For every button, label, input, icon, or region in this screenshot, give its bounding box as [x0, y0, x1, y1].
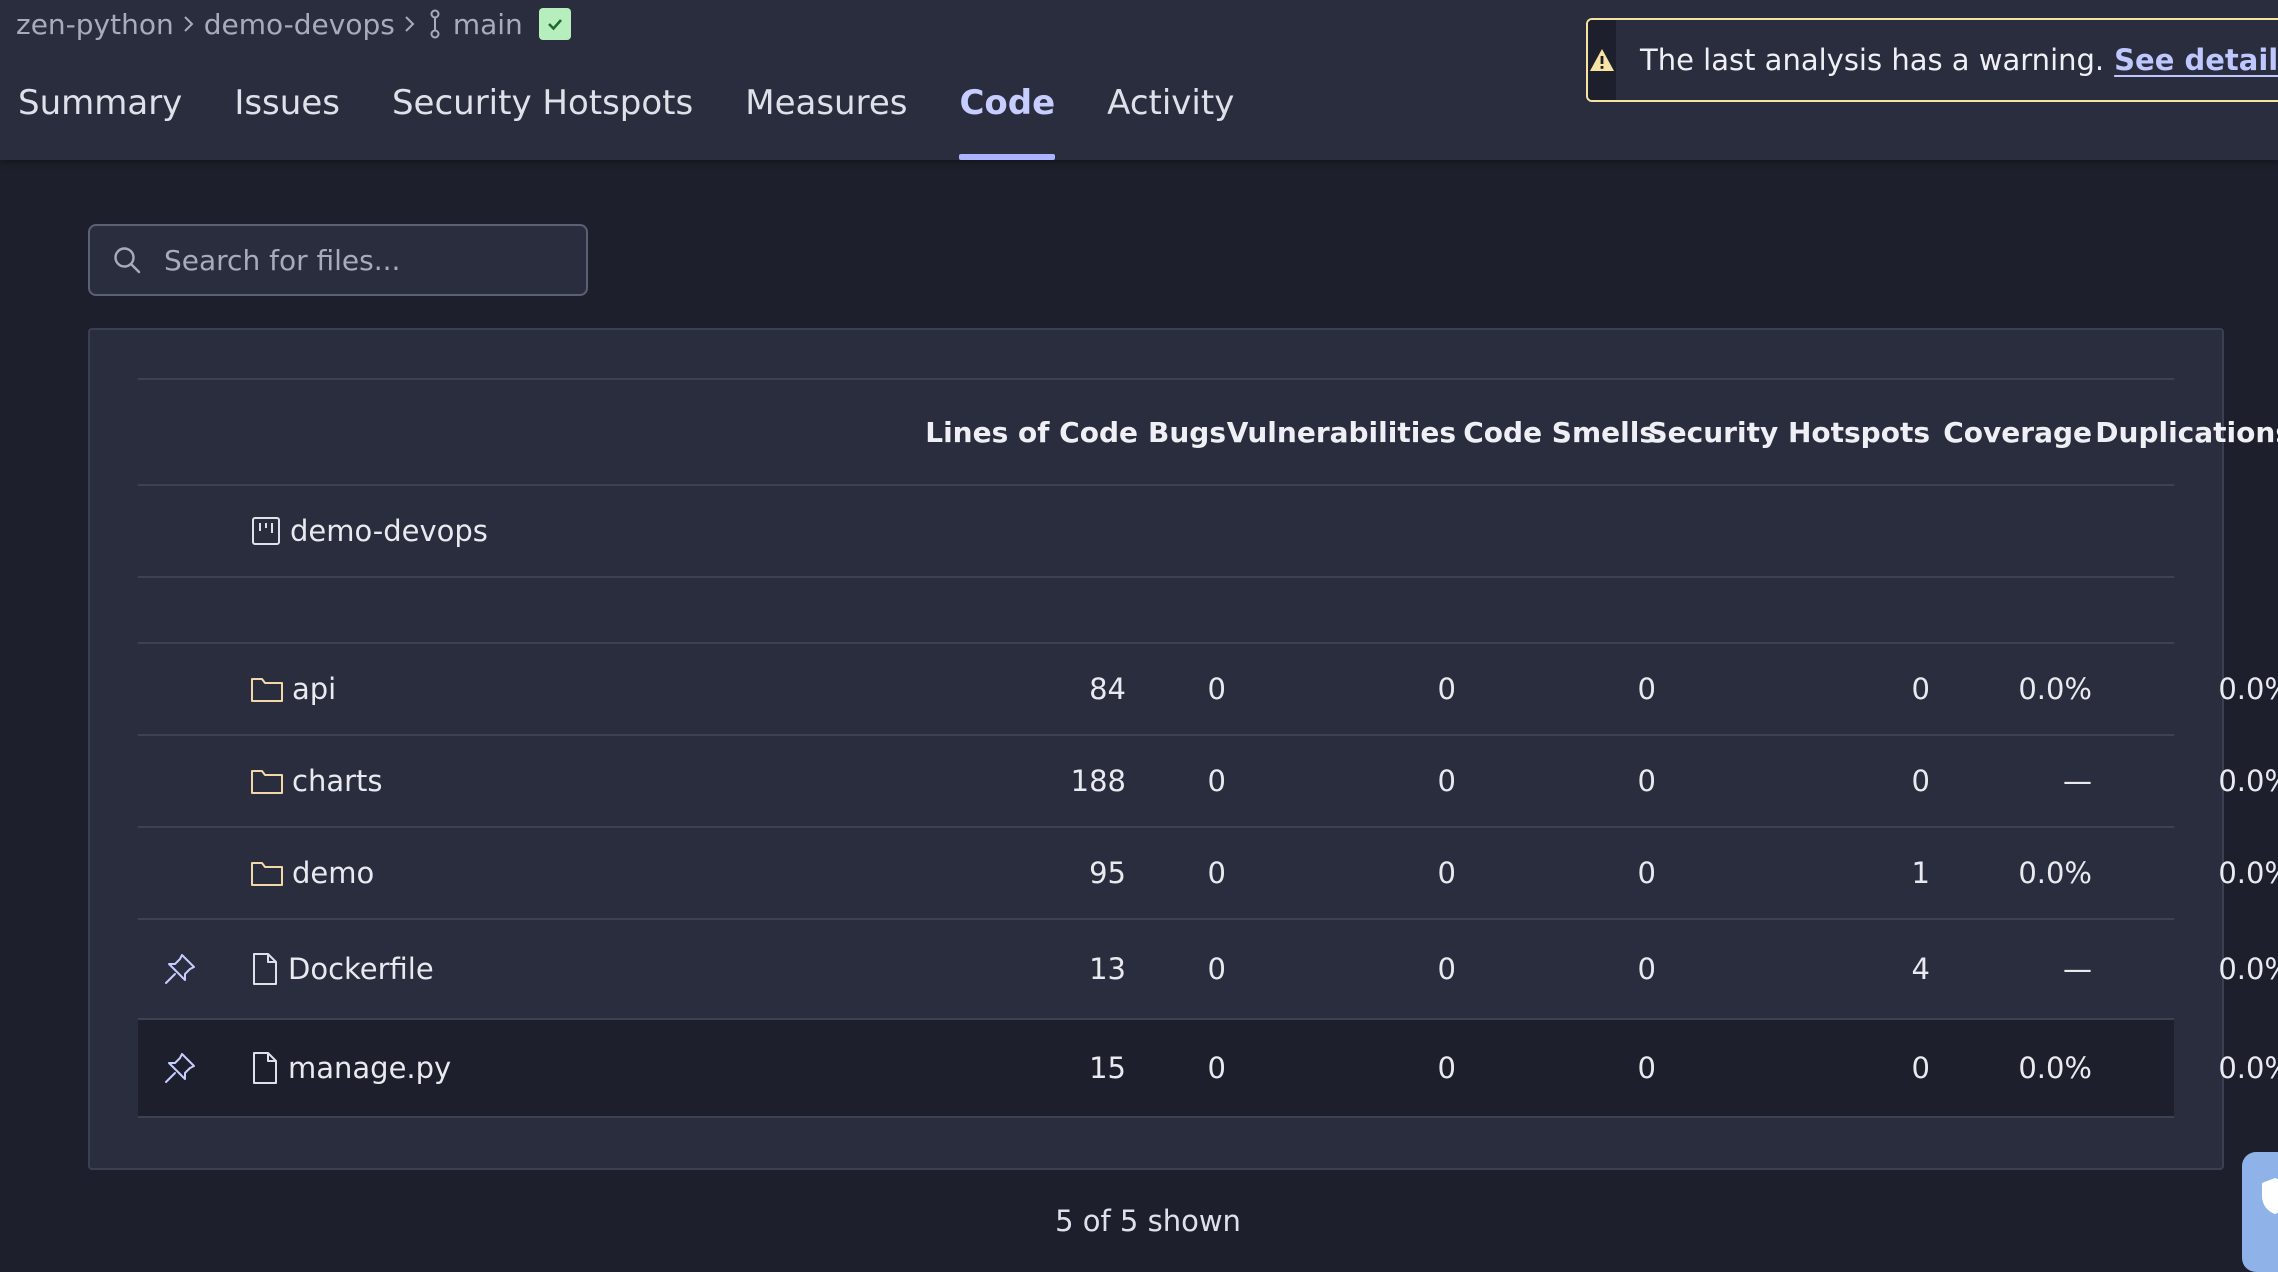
loc-value[interactable]: 13	[898, 920, 1126, 1018]
tab-issues[interactable]: Issues	[234, 72, 340, 160]
code-table-panel: Lines of Code Bugs Vulnerabilities Code …	[88, 328, 2278, 1170]
folder-icon	[250, 858, 284, 888]
table-row: manage.py 15 0 0 0 0 0.0% 0.0%	[138, 1018, 2278, 1118]
vulnerabilities-value[interactable]: 0	[1238, 736, 1456, 826]
folder-name: api	[292, 672, 337, 706]
pin-icon[interactable]	[158, 1020, 202, 1116]
loc-value[interactable]: 15	[898, 1020, 1126, 1116]
file-icon	[250, 1051, 280, 1085]
results-count: 5 of 5 shown	[1055, 1204, 1241, 1238]
bugs-value[interactable]: 0	[1098, 644, 1226, 734]
tab-activity[interactable]: Activity	[1107, 72, 1234, 160]
check-icon	[538, 8, 571, 40]
column-header-coverage[interactable]: Coverage	[1942, 380, 2092, 484]
coverage-value[interactable]: 0.0%	[1942, 828, 2092, 918]
table-row: Dockerfile 13 0 0 0 4 — 0.0%	[138, 918, 2278, 1018]
coverage-value[interactable]: 0.0%	[1942, 644, 2092, 734]
breadcrumb-organization[interactable]: zen-python	[16, 8, 174, 41]
project-header: zen-python demo-devops main Summary Issu…	[0, 0, 2278, 160]
project-icon	[250, 515, 282, 547]
see-details-link[interactable]: See details	[2114, 43, 2278, 77]
tab-code[interactable]: Code	[959, 72, 1055, 160]
loc-value[interactable]: 95	[898, 828, 1126, 918]
breadcrumb-branch[interactable]: main	[453, 8, 523, 41]
table-row: api 84 0 0 0 0 0.0% 0.0%	[138, 642, 2278, 734]
folder-icon	[250, 766, 284, 796]
file-search-box	[88, 224, 588, 296]
warning-message: The last analysis has a warning. See deta…	[1616, 43, 2278, 77]
bugs-value[interactable]: 0	[1098, 920, 1226, 1018]
shield-icon	[2260, 1176, 2278, 1220]
column-header-duplications[interactable]: Duplications	[2095, 380, 2278, 484]
security-hotspots-value[interactable]: 0	[1668, 644, 1930, 734]
file-name: manage.py	[288, 1051, 452, 1085]
code-smells-value[interactable]: 0	[1468, 920, 1656, 1018]
bugs-value[interactable]: 0	[1098, 828, 1226, 918]
column-header-code-smells[interactable]: Code Smells	[1463, 380, 1656, 484]
folder-name-cell[interactable]: charts	[250, 736, 383, 826]
column-header-vulnerabilities[interactable]: Vulnerabilities	[1227, 380, 1456, 484]
folder-name: charts	[292, 764, 383, 798]
code-smells-value[interactable]: 0	[1468, 644, 1656, 734]
file-name-cell[interactable]: Dockerfile	[250, 920, 434, 1018]
table-row: charts 188 0 0 0 0 — 0.0%	[138, 734, 2278, 826]
table-spacer-row	[138, 576, 2174, 642]
branch-icon	[427, 9, 443, 39]
duplications-value[interactable]: 0.0%	[2104, 920, 2278, 1018]
project-root-label: demo-devops	[290, 514, 488, 548]
folder-name: demo	[292, 856, 375, 890]
security-hotspots-value[interactable]: 0	[1668, 1020, 1930, 1116]
vulnerabilities-value[interactable]: 0	[1238, 828, 1456, 918]
project-root-name[interactable]: demo-devops	[250, 486, 488, 576]
duplications-value[interactable]: 0.0%	[2104, 1020, 2278, 1116]
column-header-bugs[interactable]: Bugs	[1058, 380, 1226, 484]
pin-icon[interactable]	[158, 920, 202, 1018]
code-smells-value[interactable]: 0	[1468, 1020, 1656, 1116]
project-nav-tabs: Summary Issues Security Hotspots Measure…	[0, 72, 1286, 160]
folder-icon	[250, 674, 284, 704]
duplications-value[interactable]: 0.0%	[2104, 736, 2278, 826]
coverage-value[interactable]: 0.0%	[1942, 1020, 2092, 1116]
duplications-value[interactable]: 0.0%	[2104, 828, 2278, 918]
coverage-value[interactable]: —	[1942, 736, 2092, 826]
code-table: Lines of Code Bugs Vulnerabilities Code …	[138, 378, 2278, 1118]
analysis-warning-banner: The last analysis has a warning. See deta…	[1586, 18, 2278, 102]
tab-summary[interactable]: Summary	[18, 72, 182, 160]
table-row: demo 95 0 0 0 1 0.0% 0.0%	[138, 826, 2278, 918]
vulnerabilities-value[interactable]: 0	[1238, 1020, 1456, 1116]
tab-measures[interactable]: Measures	[745, 72, 907, 160]
folder-name-cell[interactable]: demo	[250, 828, 374, 918]
duplications-value[interactable]: 0.0%	[2104, 644, 2278, 734]
vulnerabilities-value[interactable]: 0	[1238, 644, 1456, 734]
coverage-value[interactable]: —	[1942, 920, 2092, 1018]
code-smells-value[interactable]: 0	[1468, 828, 1656, 918]
bugs-value[interactable]: 0	[1098, 1020, 1226, 1116]
warning-text: The last analysis has a warning.	[1640, 43, 2105, 77]
folder-name-cell[interactable]: api	[250, 644, 336, 734]
table-header: Lines of Code Bugs Vulnerabilities Code …	[138, 378, 2278, 484]
warning-icon	[1588, 20, 1616, 100]
file-name: Dockerfile	[288, 952, 434, 986]
vulnerabilities-value[interactable]: 0	[1238, 920, 1456, 1018]
bugs-value[interactable]: 0	[1098, 736, 1226, 826]
security-hotspots-value[interactable]: 1	[1668, 828, 1930, 918]
help-widget-button[interactable]	[2242, 1152, 2278, 1272]
loc-value[interactable]: 84	[898, 644, 1126, 734]
breadcrumb: zen-python demo-devops main	[16, 2, 571, 46]
project-root-row: demo-devops	[138, 484, 2174, 576]
security-hotspots-value[interactable]: 4	[1668, 920, 1930, 1018]
search-input[interactable]	[162, 242, 562, 278]
tab-security-hotspots[interactable]: Security Hotspots	[392, 72, 693, 160]
chevron-right-icon	[182, 8, 196, 41]
code-smells-value[interactable]: 0	[1468, 736, 1656, 826]
security-hotspots-value[interactable]: 0	[1668, 736, 1930, 826]
column-header-security-hotspots[interactable]: Security Hotspots	[1647, 380, 1930, 484]
search-icon	[112, 245, 142, 275]
file-icon	[250, 952, 280, 986]
file-name-cell[interactable]: manage.py	[250, 1020, 451, 1116]
chevron-right-icon	[403, 8, 417, 41]
loc-value[interactable]: 188	[898, 736, 1126, 826]
breadcrumb-project[interactable]: demo-devops	[204, 8, 395, 41]
